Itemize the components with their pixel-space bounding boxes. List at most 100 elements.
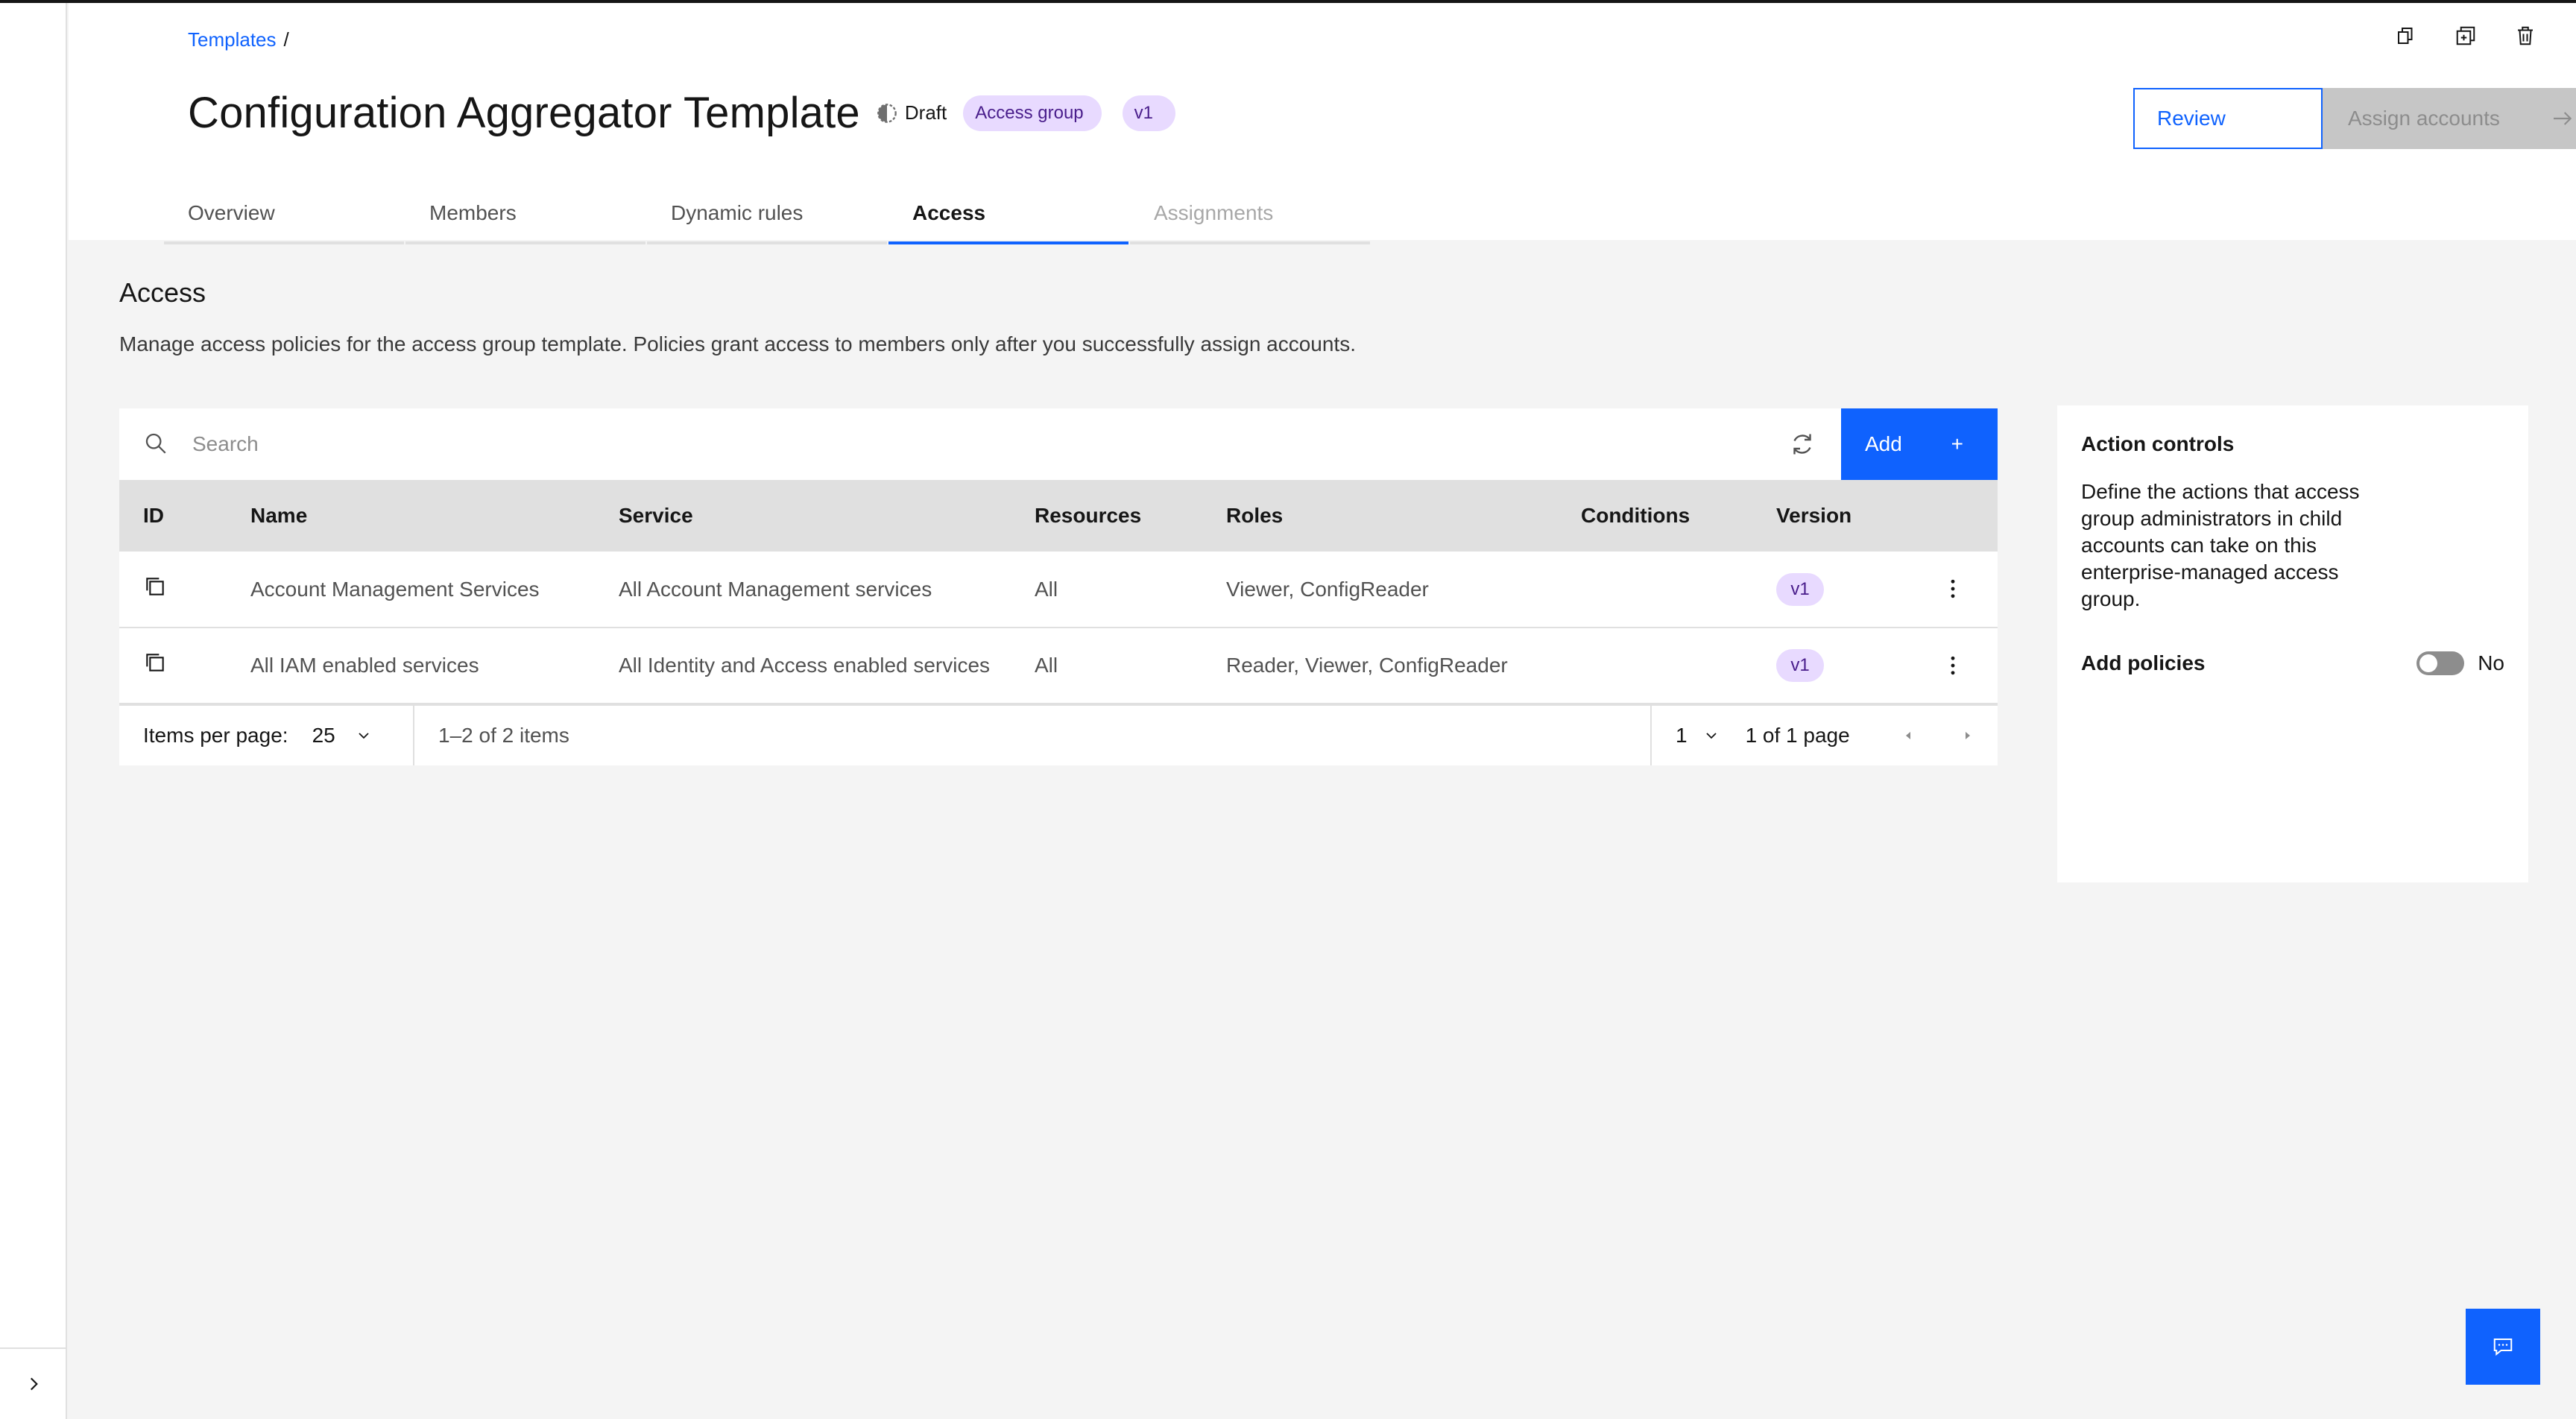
page-title: Configuration Aggregator Template xyxy=(188,89,860,137)
copy-icon xyxy=(2398,28,2413,44)
id-cell xyxy=(119,628,227,704)
roles-cell: Viewer, ConfigReader xyxy=(1202,552,1557,628)
column-header-service[interactable]: Service xyxy=(595,480,1011,552)
search-input[interactable] xyxy=(191,425,1816,464)
overflow-menu-icon xyxy=(1951,579,1955,598)
version-tag: v1 xyxy=(1776,572,1824,606)
tab-members[interactable]: Members xyxy=(405,191,645,244)
half-circle-draft-icon xyxy=(877,103,897,123)
caret-left-icon xyxy=(1906,732,1910,739)
type-tag: Access group xyxy=(963,95,1102,131)
duplicate-button[interactable] xyxy=(2452,22,2479,49)
service-cell: All Account Management services xyxy=(595,552,1011,628)
breadcrumb: Templates / xyxy=(188,28,289,51)
items-per-page-select[interactable]: 25 xyxy=(312,724,373,748)
name-cell: Account Management Services xyxy=(227,552,595,628)
column-header-version[interactable]: Version xyxy=(1752,480,1914,552)
chevron-down-icon xyxy=(1705,733,1717,739)
tab-assignments[interactable]: Assignments xyxy=(1130,191,1370,244)
copy-button[interactable] xyxy=(2393,22,2419,49)
table-row: Account Management Services All Account … xyxy=(119,552,1998,628)
search-icon xyxy=(145,433,166,454)
section-description: Manage access policies for the access gr… xyxy=(119,332,1357,355)
row-actions-cell xyxy=(1914,628,1998,704)
refresh-icon[interactable] xyxy=(1789,431,1816,458)
add-policies-label: Add policies xyxy=(2081,651,2206,674)
table-row: All IAM enabled services All Identity an… xyxy=(119,628,1998,704)
add-label: Add xyxy=(1865,432,1902,455)
conditions-cell xyxy=(1557,628,1752,704)
review-button[interactable]: Review xyxy=(2133,88,2323,149)
column-header-conditions[interactable]: Conditions xyxy=(1557,480,1752,552)
feedback-button[interactable] xyxy=(2466,1309,2540,1385)
row-actions-cell xyxy=(1914,552,1998,628)
copy-id-icon[interactable] xyxy=(143,651,167,674)
left-nav-rail xyxy=(0,3,67,1419)
overflow-menu-icon xyxy=(1951,656,1955,674)
conditions-cell xyxy=(1557,552,1752,628)
name-cell: All IAM enabled services xyxy=(227,628,595,704)
version-cell: v1 xyxy=(1752,552,1914,628)
page-nav xyxy=(1878,706,1998,765)
column-header-resources[interactable]: Resources xyxy=(1011,480,1202,552)
caret-right-icon xyxy=(1966,732,1970,739)
page-header: Templates / Configuration Aggregator Tem… xyxy=(69,3,2576,244)
header-actions xyxy=(2393,22,2539,49)
add-policy-button[interactable]: Add + xyxy=(1841,408,1998,480)
add-policies-toggle-group: No xyxy=(2416,651,2504,675)
page-select[interactable]: 1 xyxy=(1676,724,1720,748)
action-controls-panel: Action controls Define the actions that … xyxy=(2057,405,2528,882)
items-per-page-value: 25 xyxy=(312,724,335,747)
version-cell: v1 xyxy=(1752,628,1914,704)
version-tag: v1 xyxy=(1776,649,1824,682)
tab-overview[interactable]: Overview xyxy=(164,191,404,244)
add-policies-row: Add policies No xyxy=(2081,651,2504,675)
resources-cell: All xyxy=(1011,552,1202,628)
chevron-down-icon xyxy=(359,733,369,739)
title-row: Configuration Aggregator Template Draft … xyxy=(188,88,1175,138)
add-policies-state: No xyxy=(2478,651,2504,674)
breadcrumb-templates-link[interactable]: Templates xyxy=(188,28,277,51)
resources-cell: All xyxy=(1011,628,1202,704)
policies-table: Add + ID Name Service Resources Roles Co… xyxy=(119,408,1998,765)
status-label: Draft xyxy=(904,101,947,124)
table-header-row: ID Name Service Resources Roles Conditio… xyxy=(119,480,1998,552)
status-indicator: Draft xyxy=(877,101,947,124)
id-cell xyxy=(119,552,227,628)
version-tag: v1 xyxy=(1122,95,1175,131)
roles-cell: Reader, Viewer, ConfigReader xyxy=(1202,628,1557,704)
expand-nav-button[interactable] xyxy=(0,1347,67,1419)
action-controls-description: Define the actions that access group adm… xyxy=(2081,480,2360,610)
arrow-right-icon xyxy=(2554,112,2572,125)
previous-page-button[interactable] xyxy=(1878,706,1938,765)
section-title: Access xyxy=(119,277,206,308)
items-per-page: Items per page: 25 xyxy=(119,706,414,765)
chevron-right-icon xyxy=(30,1377,38,1391)
page-value: 1 xyxy=(1676,724,1688,747)
pagination: Items per page: 25 1–2 of 2 items 1 1 of… xyxy=(119,704,1998,765)
column-header-name[interactable]: Name xyxy=(227,480,595,552)
assign-accounts-button[interactable]: Assign accounts xyxy=(2323,88,2576,149)
breadcrumb-separator: / xyxy=(283,28,289,51)
overflow-menu-button[interactable] xyxy=(1938,574,1968,604)
table-toolbar: Add + xyxy=(119,408,1998,480)
item-range: 1–2 of 2 items xyxy=(438,724,569,747)
toggle-knob xyxy=(2419,654,2438,672)
action-controls-title: Action controls xyxy=(2081,432,2235,455)
add-policies-toggle[interactable] xyxy=(2416,651,2465,675)
next-page-button[interactable] xyxy=(1938,706,1998,765)
delete-button[interactable] xyxy=(2512,22,2539,49)
column-header-id[interactable]: ID xyxy=(119,480,227,552)
tab-list: Overview Members Dynamic rules Access As… xyxy=(164,191,1371,244)
items-per-page-label: Items per page: xyxy=(143,724,288,747)
tab-dynamic-rules[interactable]: Dynamic rules xyxy=(647,191,887,244)
page-count: 1 of 1 page xyxy=(1745,724,1850,747)
overflow-menu-button[interactable] xyxy=(1938,651,1968,680)
service-cell: All Identity and Access enabled services xyxy=(595,628,1011,704)
tab-access[interactable]: Access xyxy=(888,191,1128,244)
chat-icon xyxy=(2493,1339,2513,1356)
add-icon: + xyxy=(1951,432,1963,455)
column-header-roles[interactable]: Roles xyxy=(1202,480,1557,552)
trash-icon xyxy=(2518,26,2533,45)
copy-id-icon[interactable] xyxy=(143,575,167,598)
